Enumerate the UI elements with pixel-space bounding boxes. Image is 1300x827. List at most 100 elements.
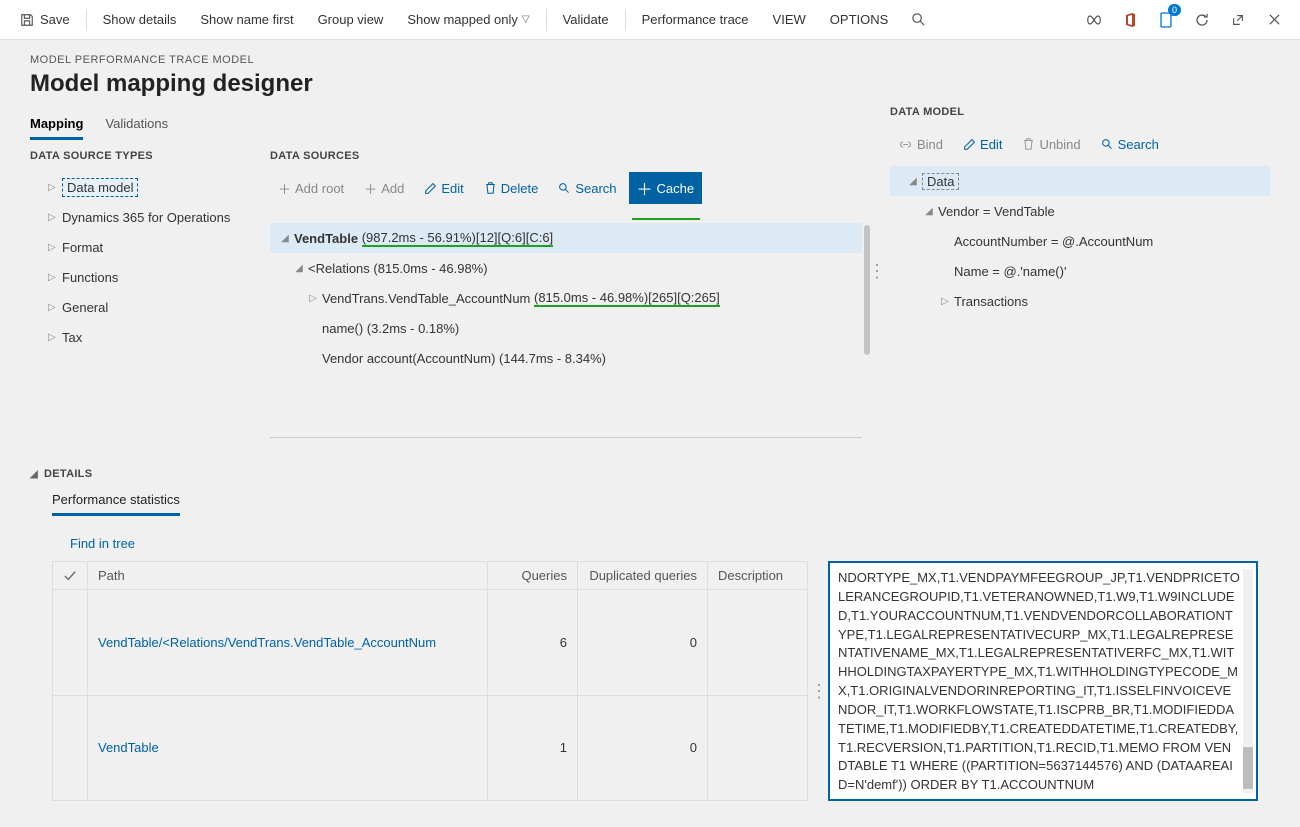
save-label: Save	[40, 12, 70, 27]
options-button[interactable]: OPTIONS	[818, 0, 901, 40]
close-icon	[1268, 13, 1281, 26]
path-link[interactable]: VendTable/<Relations/VendTrans.VendTable…	[98, 635, 436, 650]
ds-node-name[interactable]: name() (3.2ms - 0.18%)	[270, 313, 862, 343]
show-name-first-button[interactable]: Show name first	[188, 0, 305, 40]
dst-d365fo[interactable]: ▷ Dynamics 365 for Operations	[30, 202, 260, 232]
ds-node-vendtrans[interactable]: ▷ VendTrans.VendTable_AccountNum (815.0m…	[270, 283, 862, 313]
breadcrumb: MODEL PERFORMANCE TRACE MODEL	[30, 54, 1270, 66]
data-source-types-panel: DATA SOURCE TYPES ▷ Data model ▷ Dynamic…	[30, 150, 270, 448]
cell-queries: 6	[488, 590, 578, 696]
table-row[interactable]: VendTable/<Relations/VendTrans.VendTable…	[53, 590, 808, 696]
separator	[625, 9, 626, 31]
more-icon[interactable]: ⋮	[868, 261, 885, 282]
search-icon	[911, 12, 926, 27]
save-button[interactable]: Save	[8, 0, 82, 40]
show-mapped-only-button[interactable]: Show mapped only ▽	[395, 0, 541, 40]
chevron-right-icon: ▷	[48, 212, 62, 223]
show-details-button[interactable]: Show details	[91, 0, 189, 40]
find-in-tree-link[interactable]: Find in tree	[70, 536, 135, 551]
path-link[interactable]: VendTable	[98, 740, 159, 755]
cell-queries: 1	[488, 695, 578, 801]
col-duplicated[interactable]: Duplicated queries	[578, 562, 708, 590]
dm-node-data[interactable]: ◢ Data	[890, 166, 1270, 196]
node-stats: (815.0ms - 46.98%)[265][Q:265]	[534, 290, 720, 307]
col-description[interactable]: Description	[708, 562, 808, 590]
node-label: AccountNumber = @.AccountNum	[954, 234, 1153, 249]
trash-icon	[484, 181, 497, 195]
pencil-icon	[963, 138, 976, 151]
view-button[interactable]: VIEW	[761, 0, 818, 40]
cell-dup: 0	[578, 695, 708, 801]
tabs: Mapping Validations	[30, 106, 870, 140]
plus-icon: ＋	[637, 176, 653, 200]
infinity-icon	[1086, 15, 1102, 25]
dst-item-label: General	[62, 300, 108, 315]
dst-tax[interactable]: ▷ Tax	[30, 322, 260, 352]
more-icon[interactable]: ⋮	[810, 681, 827, 702]
dst-functions[interactable]: ▷ Functions	[30, 262, 260, 292]
plus-icon: ＋	[364, 179, 377, 198]
office-glyph-icon	[1123, 12, 1137, 28]
tab-validations[interactable]: Validations	[105, 110, 168, 140]
table-row[interactable]: VendTable 1 0	[53, 695, 808, 801]
edit-button[interactable]: Edit	[416, 172, 471, 204]
dm-node-name[interactable]: ⋮ Name = @.'name()'	[890, 256, 1270, 286]
sql-text: NDORTYPE_MX,T1.VENDPAYMFEEGROUP_JP,T1.VE…	[838, 570, 1240, 792]
col-path[interactable]: Path	[88, 562, 488, 590]
dst-format[interactable]: ▷ Format	[30, 232, 260, 262]
search-button[interactable]: Search	[1093, 128, 1167, 160]
ds-node-relations[interactable]: ◢ <Relations (815.0ms - 46.98%)	[270, 253, 862, 283]
messages-button[interactable]: 0	[1148, 0, 1184, 40]
node-label: Vendor = VendTable	[938, 204, 1055, 219]
validate-button[interactable]: Validate	[551, 0, 621, 40]
close-button[interactable]	[1256, 0, 1292, 40]
scrollbar-thumb[interactable]	[1243, 747, 1253, 789]
label: Delete	[501, 181, 539, 196]
label: Edit	[980, 137, 1002, 152]
connect-icon[interactable]	[1076, 0, 1112, 40]
page-title: Model mapping designer	[30, 70, 1270, 98]
sql-query-box[interactable]: NDORTYPE_MX,T1.VENDPAYMFEEGROUP_JP,T1.VE…	[828, 561, 1258, 801]
dst-general[interactable]: ▷ General	[30, 292, 260, 322]
chevron-down-icon: ◢	[920, 206, 938, 217]
refresh-button[interactable]	[1184, 0, 1220, 40]
chevron-right-icon: ▷	[48, 272, 62, 283]
label: Search	[1118, 137, 1159, 152]
chevron-right-icon: ▷	[936, 296, 954, 307]
group-view-button[interactable]: Group view	[306, 0, 396, 40]
chevron-right-icon: ▷	[304, 293, 322, 304]
dst-data-model[interactable]: ▷ Data model	[30, 172, 260, 202]
dm-node-accountnumber[interactable]: AccountNumber = @.AccountNum	[890, 226, 1270, 256]
label: Edit	[441, 181, 463, 196]
command-bar: Save Show details Show name first Group …	[0, 0, 1300, 40]
tab-performance-statistics[interactable]: Performance statistics	[52, 486, 180, 516]
office-icon[interactable]	[1112, 0, 1148, 40]
messages-badge: 0	[1168, 4, 1181, 16]
popout-button[interactable]	[1220, 0, 1256, 40]
search-button[interactable]: Search	[550, 172, 624, 204]
tab-mapping[interactable]: Mapping	[30, 110, 83, 140]
delete-button[interactable]: Delete	[476, 172, 547, 204]
ds-node-vendtable[interactable]: ◢ VendTable (987.2ms - 56.91%)[12][Q:6][…	[270, 223, 862, 253]
dm-node-transactions[interactable]: ▷ Transactions	[890, 286, 1270, 316]
divider	[270, 437, 862, 438]
label: Bind	[917, 137, 943, 152]
label: Unbind	[1039, 137, 1080, 152]
popout-icon	[1231, 13, 1245, 27]
ds-node-vendor-account[interactable]: Vendor account(AccountNum) (144.7ms - 8.…	[270, 343, 862, 373]
edit-button[interactable]: Edit	[955, 128, 1010, 160]
cache-button[interactable]: ＋Cache	[629, 172, 703, 204]
search-button[interactable]	[900, 0, 936, 40]
col-queries[interactable]: Queries	[488, 562, 578, 590]
chevron-down-icon: ◢	[276, 233, 294, 244]
scrollbar[interactable]	[864, 225, 870, 355]
node-label: name() (3.2ms - 0.18%)	[322, 321, 459, 336]
trash-icon	[1022, 137, 1035, 151]
dm-node-vendor[interactable]: ◢ Vendor = VendTable	[890, 196, 1270, 226]
col-select[interactable]	[53, 562, 88, 590]
data-model-label: DATA MODEL	[890, 106, 1270, 118]
dst-item-label: Tax	[62, 330, 82, 345]
details-header[interactable]: ◢ DETAILS	[30, 468, 1270, 480]
performance-trace-button[interactable]: Performance trace	[630, 0, 761, 40]
chevron-right-icon: ▷	[48, 332, 62, 343]
